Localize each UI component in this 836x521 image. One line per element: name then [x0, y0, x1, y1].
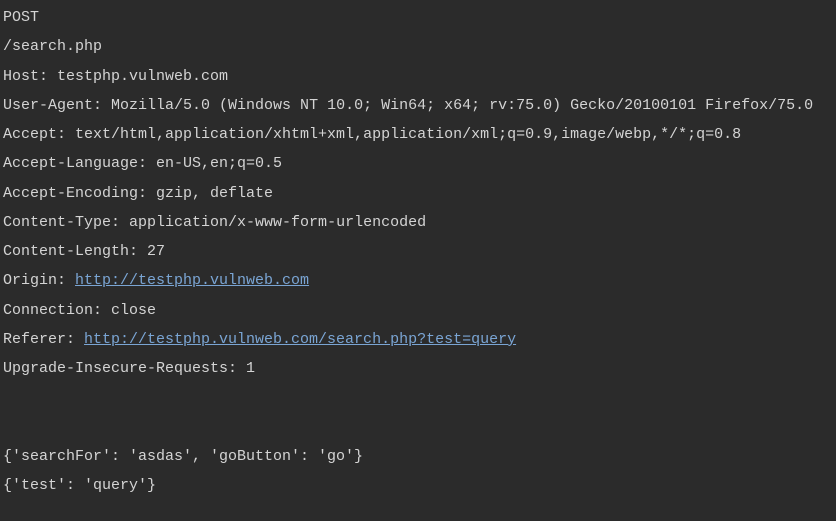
header-accept-encoding: Accept-Encoding: gzip, deflate — [3, 179, 833, 208]
uir-value: 1 — [246, 360, 255, 377]
origin-link[interactable]: http://testphp.vulnweb.com — [75, 272, 309, 289]
header-origin: Origin: http://testphp.vulnweb.com — [3, 266, 833, 295]
accept-label: Accept: — [3, 126, 75, 143]
conn-label: Connection: — [3, 302, 111, 319]
origin-label: Origin: — [3, 272, 75, 289]
http-method: POST — [3, 3, 833, 32]
ua-value: Mozilla/5.0 (Windows NT 10.0; Win64; x64… — [111, 97, 813, 114]
host-value: testphp.vulnweb.com — [57, 68, 228, 85]
aenc-label: Accept-Encoding: — [3, 185, 156, 202]
aenc-value: gzip, deflate — [156, 185, 273, 202]
ctype-label: Content-Type: — [3, 214, 129, 231]
clen-value: 27 — [147, 243, 165, 260]
header-referer: Referer: http://testphp.vulnweb.com/sear… — [3, 325, 833, 354]
header-upgrade-insecure-requests: Upgrade-Insecure-Requests: 1 — [3, 354, 833, 383]
ctype-value: application/x-www-form-urlencoded — [129, 214, 426, 231]
header-accept-language: Accept-Language: en-US,en;q=0.5 — [3, 149, 833, 178]
body-dict-1: {'searchFor': 'asdas', 'goButton': 'go'} — [3, 442, 833, 471]
alang-value: en-US,en;q=0.5 — [156, 155, 282, 172]
header-content-length: Content-Length: 27 — [3, 237, 833, 266]
host-label: Host: — [3, 68, 57, 85]
header-content-type: Content-Type: application/x-www-form-url… — [3, 208, 833, 237]
clen-label: Content-Length: — [3, 243, 147, 260]
header-host: Host: testphp.vulnweb.com — [3, 62, 833, 91]
referer-link[interactable]: http://testphp.vulnweb.com/search.php?te… — [84, 331, 516, 348]
body-dict-2: {'test': 'query'} — [3, 471, 833, 500]
accept-value: text/html,application/xhtml+xml,applicat… — [75, 126, 741, 143]
header-accept: Accept: text/html,application/xhtml+xml,… — [3, 120, 833, 149]
ua-label: User-Agent: — [3, 97, 111, 114]
alang-label: Accept-Language: — [3, 155, 156, 172]
ref-label: Referer: — [3, 331, 84, 348]
header-connection: Connection: close — [3, 296, 833, 325]
header-user-agent: User-Agent: Mozilla/5.0 (Windows NT 10.0… — [3, 91, 833, 120]
conn-value: close — [111, 302, 156, 319]
uir-label: Upgrade-Insecure-Requests: — [3, 360, 246, 377]
http-path: /search.php — [3, 32, 833, 61]
